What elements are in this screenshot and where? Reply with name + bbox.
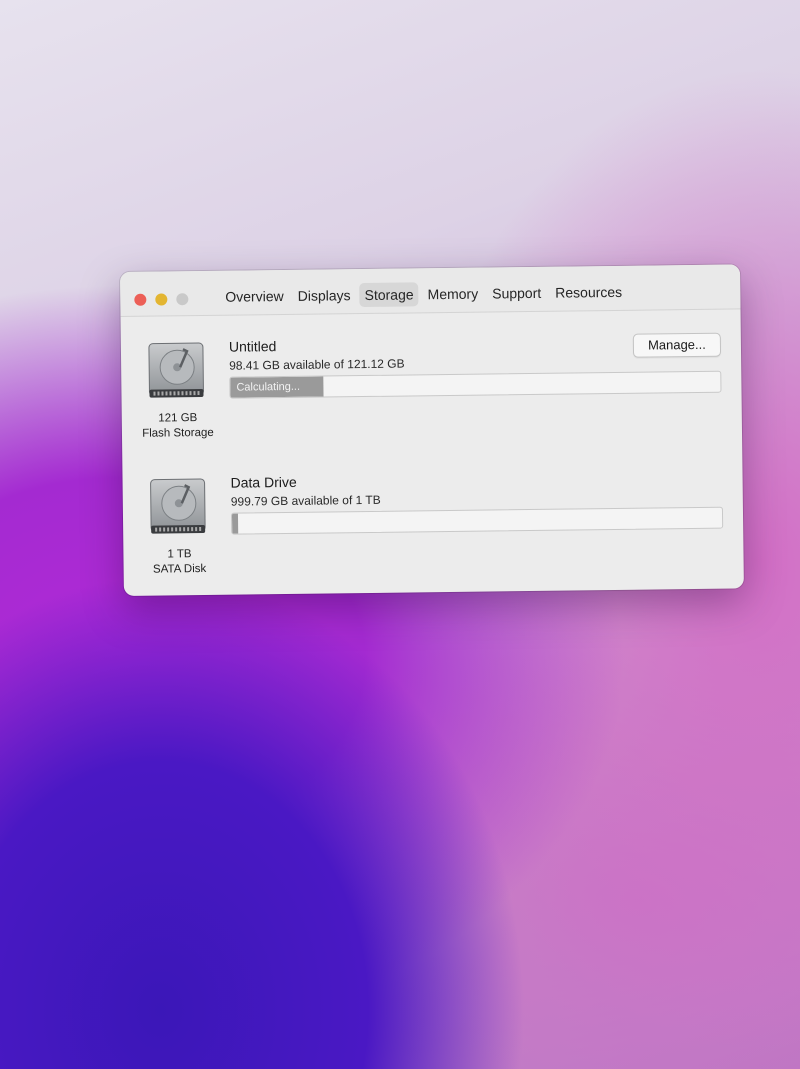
hard-disk-icon xyxy=(150,478,206,534)
volume-name: Untitled xyxy=(228,338,277,355)
storage-usage-bar: Calculating... xyxy=(229,370,722,399)
hard-disk-icon xyxy=(148,342,204,398)
volume-name: Data Drive xyxy=(230,473,297,491)
minimize-button[interactable] xyxy=(155,293,168,306)
disk-caption: 121 GB Flash Storage xyxy=(132,411,224,442)
storage-usage-fill xyxy=(231,513,239,534)
storage-row-untitled: 121 GB Flash Storage Untitled 98.41 GB a… xyxy=(121,328,742,456)
tab-displays[interactable]: Displays xyxy=(293,283,356,308)
disk-type: SATA Disk xyxy=(152,562,207,576)
storage-usage-fill: Calculating... xyxy=(230,376,324,398)
tab-support[interactable]: Support xyxy=(487,281,546,306)
tab-storage[interactable]: Storage xyxy=(359,282,419,308)
tab-memory[interactable]: Memory xyxy=(422,282,483,307)
volume-available: 98.41 GB available of 121.12 GB xyxy=(229,356,405,373)
about-this-mac-window: Overview Displays Storage Memory Support… xyxy=(120,264,744,596)
tab-bar: Overview Displays Storage Memory Support… xyxy=(220,279,631,310)
storage-row-data-drive: 1 TB SATA Disk Data Drive 999.79 GB avai… xyxy=(122,464,743,592)
disk-caption: 1 TB SATA Disk xyxy=(133,547,225,578)
disk-capacity: 1 TB xyxy=(167,548,192,561)
title-bar: Overview Displays Storage Memory Support… xyxy=(120,264,741,317)
volume-available: 999.79 GB available of 1 TB xyxy=(230,492,381,509)
disk-type: Flash Storage xyxy=(142,426,214,440)
tab-overview[interactable]: Overview xyxy=(220,284,289,309)
manage-button[interactable]: Manage... xyxy=(632,332,722,358)
tab-resources[interactable]: Resources xyxy=(550,280,627,305)
storage-usage-bar xyxy=(230,506,724,535)
close-button[interactable] xyxy=(134,293,147,306)
disk-capacity: 121 GB xyxy=(158,412,198,425)
zoom-button[interactable] xyxy=(176,293,189,306)
